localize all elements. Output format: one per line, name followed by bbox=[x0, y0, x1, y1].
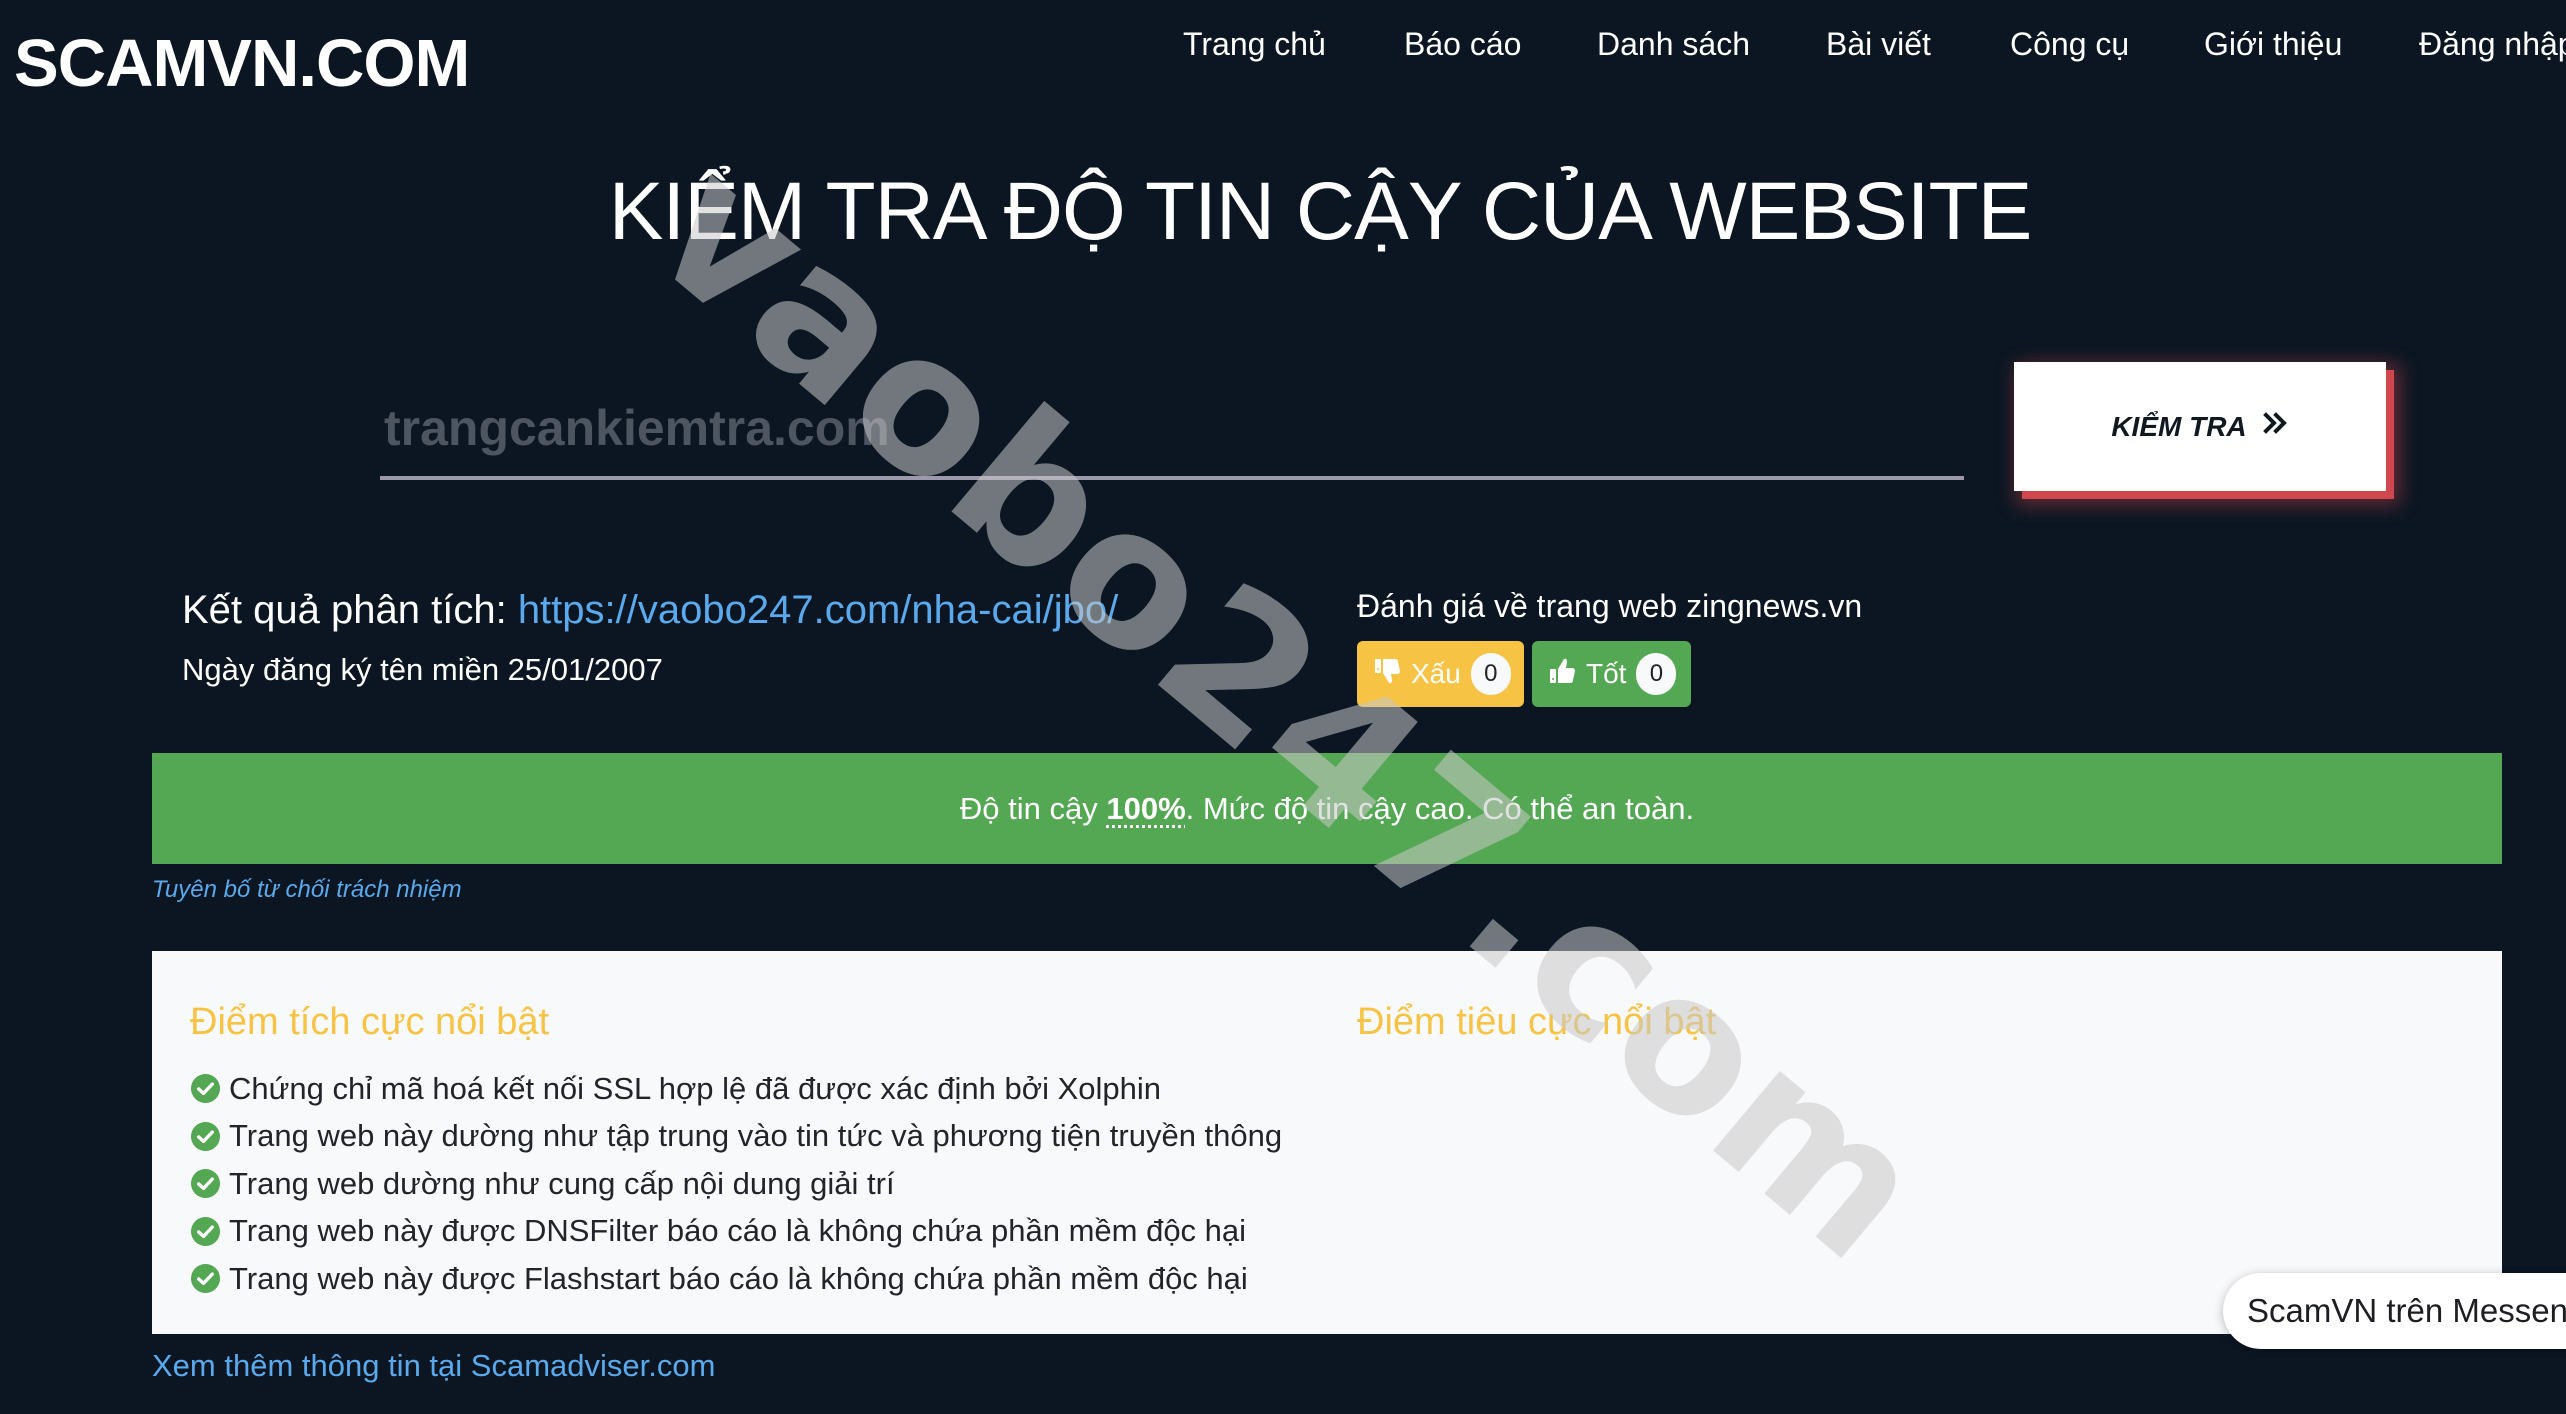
check-circle-icon bbox=[190, 1216, 221, 1246]
messenger-label: ScamVN trên Messenger bbox=[2247, 1292, 2566, 1329]
vote-bad-count: 0 bbox=[1470, 653, 1511, 695]
list-item: Trang web này được Flashstart báo cáo là… bbox=[190, 1255, 1282, 1303]
nav-reports[interactable]: Báo cáo bbox=[1404, 24, 1521, 64]
vote-good-count: 0 bbox=[1636, 653, 1677, 695]
trust-suffix: . Mức độ tin cậy cao. Có thể an toàn. bbox=[1185, 790, 1695, 826]
list-item-text: Trang web này dường như tập trung vào ti… bbox=[229, 1118, 1283, 1154]
vote-good-label: Tốt bbox=[1586, 658, 1627, 689]
check-button[interactable]: KIỂM TRA bbox=[2014, 362, 2386, 491]
thumbs-up-icon bbox=[1548, 656, 1578, 693]
check-circle-icon bbox=[190, 1074, 221, 1104]
trust-percent: 100% bbox=[1106, 790, 1186, 826]
list-item-text: Trang web này được Flashstart báo cáo là… bbox=[229, 1260, 1248, 1296]
domain-registration-date: Ngày đăng ký tên miền 25/01/2007 bbox=[182, 652, 663, 687]
positive-highlights-list: Chứng chỉ mã hoá kết nối SSL hợp lệ đã đ… bbox=[190, 1065, 1282, 1303]
nav-login[interactable]: Đăng nhập bbox=[2419, 24, 2566, 64]
check-circle-icon bbox=[190, 1169, 221, 1199]
trust-prefix: Độ tin cậy bbox=[959, 790, 1098, 826]
check-circle-icon bbox=[190, 1121, 221, 1151]
negative-highlights-title: Điểm tiêu cực nổi bật bbox=[1357, 1001, 1717, 1043]
result-heading: Kết quả phân tích: https://vaobo247.com/… bbox=[182, 584, 1118, 636]
list-item-text: Chứng chỉ mã hoá kết nối SSL hợp lệ đã đ… bbox=[229, 1070, 1161, 1106]
list-item-text: Trang web dường như cung cấp nội dung gi… bbox=[229, 1165, 895, 1201]
result-label: Kết quả phân tích: bbox=[182, 588, 507, 632]
list-item: Chứng chỉ mã hoá kết nối SSL hợp lệ đã đ… bbox=[190, 1065, 1282, 1113]
list-item: Trang web dường như cung cấp nội dung gi… bbox=[190, 1160, 1282, 1208]
check-circle-icon bbox=[190, 1264, 221, 1294]
nav-articles[interactable]: Bài viết bbox=[1826, 24, 1931, 64]
nav-list[interactable]: Danh sách bbox=[1597, 24, 1750, 64]
vote-bad-label: Xấu bbox=[1411, 658, 1461, 689]
list-item: Trang web này được DNSFilter báo cáo là … bbox=[190, 1208, 1282, 1256]
page-title: KIỂM TRA ĐỘ TIN CẬY CỦA WEBSITE bbox=[608, 166, 2033, 257]
scamadviser-link[interactable]: Xem thêm thông tin tại Scamadviser.com bbox=[152, 1348, 715, 1384]
check-button-label: KIỂM TRA bbox=[2111, 410, 2247, 442]
vote-bad-button[interactable]: Xấu 0 bbox=[1357, 641, 1524, 707]
vote-good-button[interactable]: Tốt 0 bbox=[1532, 641, 1691, 707]
positive-highlights-title: Điểm tích cực nổi bật bbox=[190, 1001, 550, 1043]
disclaimer-link[interactable]: Tuyên bố từ chối trách nhiệm bbox=[152, 876, 462, 904]
nav-about[interactable]: Giới thiệu bbox=[2204, 24, 2342, 64]
double-chevron-right-icon bbox=[2262, 410, 2289, 443]
trust-score-bar: Độ tin cậy 100%. Mức độ tin cậy cao. Có … bbox=[152, 753, 2502, 864]
nav-home[interactable]: Trang chủ bbox=[1183, 24, 1326, 64]
site-logo[interactable]: SCAMVN.COM bbox=[14, 26, 470, 102]
thumbs-down-icon bbox=[1373, 656, 1403, 693]
result-url-link[interactable]: https://vaobo247.com/nha-cai/jbo/ bbox=[518, 588, 1118, 632]
messenger-chat-button[interactable]: ScamVN trên Messenger bbox=[2223, 1273, 2566, 1349]
nav-tools[interactable]: Công cụ bbox=[2010, 24, 2129, 64]
website-search-input[interactable] bbox=[380, 380, 1964, 480]
list-item: Trang web này dường như tập trung vào ti… bbox=[190, 1113, 1282, 1161]
list-item-text: Trang web này được DNSFilter báo cáo là … bbox=[229, 1213, 1247, 1249]
review-title: Đánh giá về trang web zingnews.vn bbox=[1357, 588, 1863, 624]
